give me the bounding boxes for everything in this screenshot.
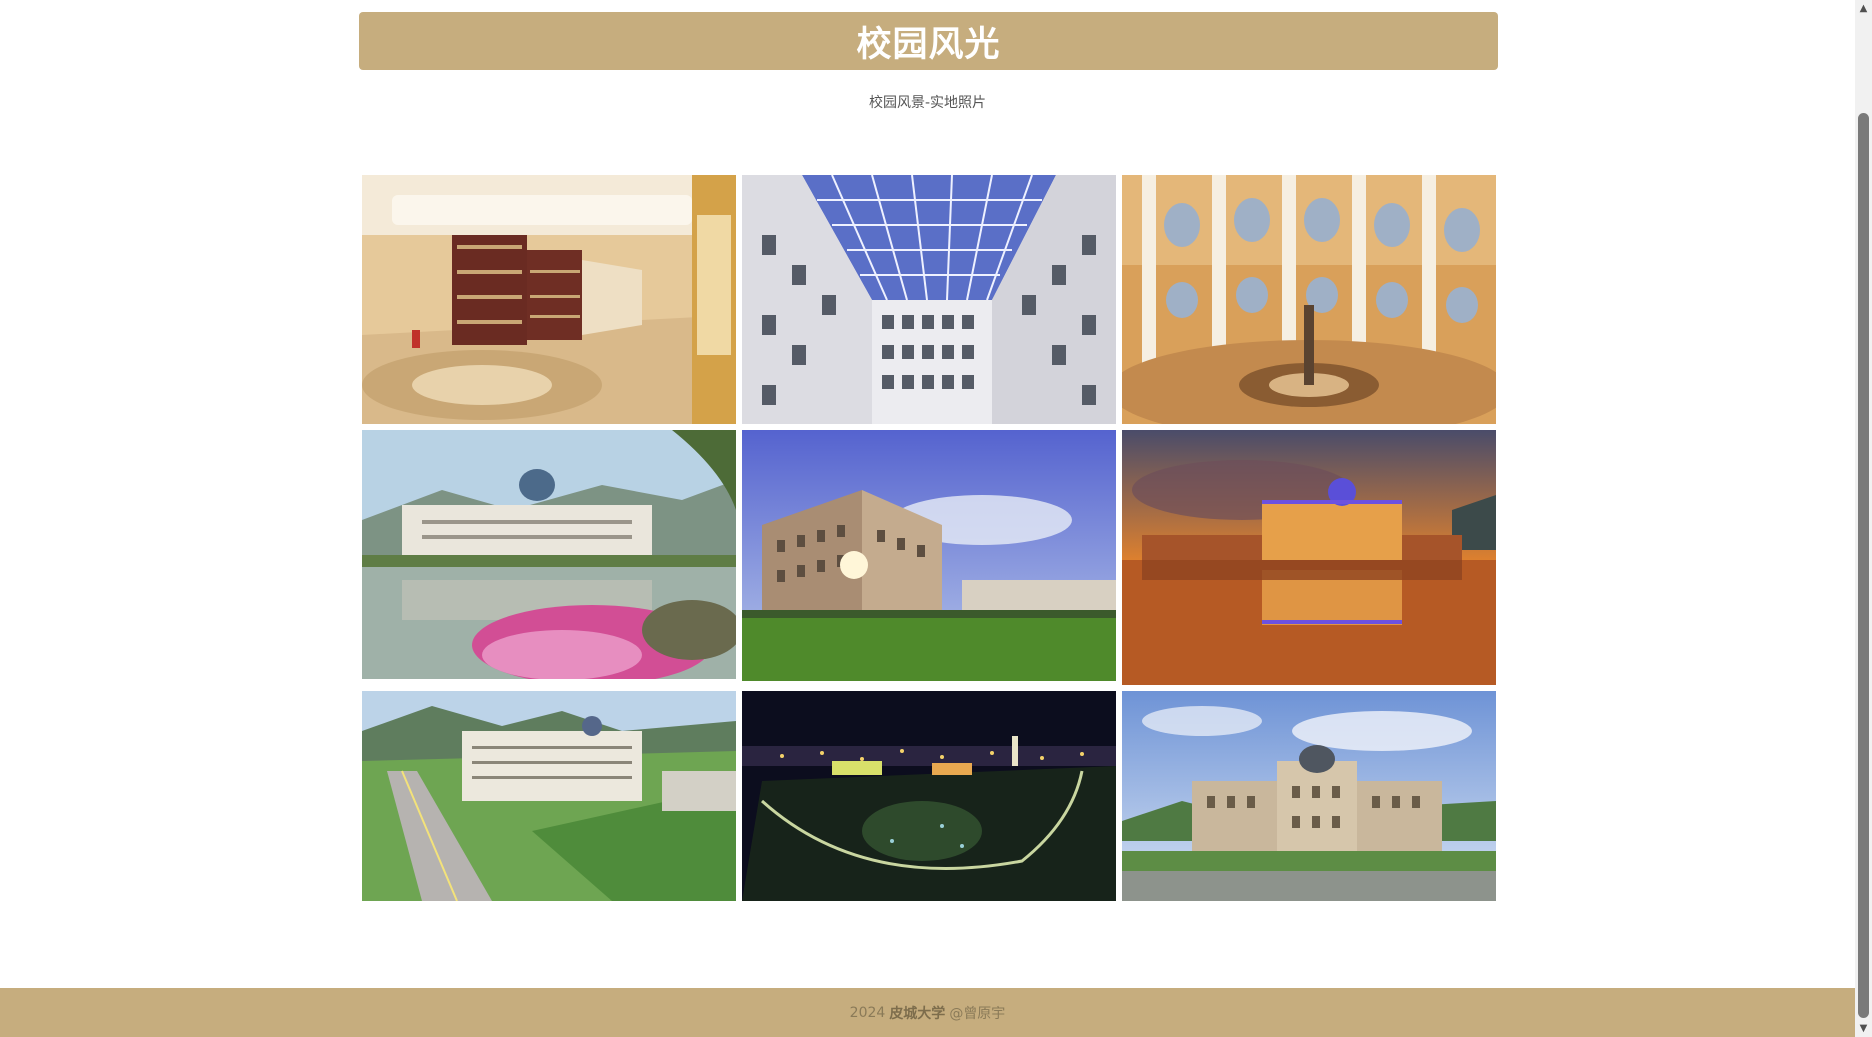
night-aerial-photo[interactable] xyxy=(742,691,1116,901)
scrollbar-thumb[interactable] xyxy=(1858,113,1869,1018)
footer-year: 2024 xyxy=(849,1004,886,1021)
vertical-scrollbar[interactable]: ▲ ▼ xyxy=(1855,0,1872,1037)
page-subtitle: 校园风景-实地照片 xyxy=(868,95,987,111)
page: 校园风光 校园风景-实地照片 2024 皮城大学 @曾原宇 xyxy=(0,0,1855,1037)
footer-author: @曾原宇 xyxy=(949,1005,1006,1022)
footer: 2024 皮城大学 @曾原宇 xyxy=(0,988,1855,1037)
photo-gallery xyxy=(362,175,1496,901)
glass-atrium-photo[interactable] xyxy=(742,175,1116,424)
header-bar: 校园风光 xyxy=(359,12,1498,70)
library-hall-photo[interactable] xyxy=(362,175,736,424)
page-title: 校园风光 xyxy=(856,24,1001,65)
aerial-road-photo[interactable] xyxy=(362,691,736,901)
dome-building-photo[interactable] xyxy=(1122,691,1496,901)
scroll-down-arrow-icon[interactable]: ▼ xyxy=(1855,1020,1872,1037)
scroll-up-arrow-icon[interactable]: ▲ xyxy=(1855,0,1872,17)
lakeside-campus-photo[interactable] xyxy=(362,430,736,679)
lawn-sunburst-photo[interactable] xyxy=(742,430,1116,681)
footer-university: 皮城大学 xyxy=(889,1005,946,1022)
sunset-reflection-photo[interactable] xyxy=(1122,430,1496,685)
rotunda-interior-photo[interactable] xyxy=(1122,175,1496,424)
